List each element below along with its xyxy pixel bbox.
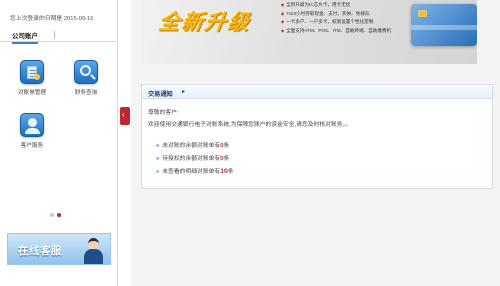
main-content: 全新升级 全新升级为IC芯片卡，用卡无忧 7x24小时存取现金、支付、买换、免排… bbox=[131, 0, 500, 286]
notice-item-text: 待授权的余额对账单有 bbox=[162, 156, 221, 162]
last-login-label: 您上次登录的日期是 bbox=[10, 16, 63, 22]
notice-welcome-text: 欢迎使用交通银行电子对账系统,为保障您账户的资金安全,请您及时核对账务。。 bbox=[148, 122, 352, 128]
tile-reconciliation-label: 对账单管理 bbox=[18, 90, 46, 96]
banner-title: 全新升级 bbox=[157, 11, 253, 34]
tile-customer-service-label: 客户服务 bbox=[20, 143, 44, 149]
notice-item-text: 未对账的余额对账单有 bbox=[162, 143, 221, 149]
online-service-text: 在线客服 bbox=[18, 245, 62, 257]
double-chevron-icon: » bbox=[156, 143, 160, 149]
notice-item-pending-auth[interactable]: » 待授权的余额对账单有0条 bbox=[156, 153, 229, 162]
tile-finance-search-label: 财务查询 bbox=[74, 90, 98, 96]
last-login-date: 2015-09-16 bbox=[63, 16, 94, 22]
bank-card-image bbox=[411, 4, 477, 46]
notice-arrow-icon: ▸ bbox=[182, 89, 186, 95]
notice-item-unit: 条 bbox=[223, 143, 230, 149]
pager-dot-1[interactable] bbox=[50, 213, 54, 217]
notice-item-unreconciled[interactable]: » 未对账的余额对账单有0条 bbox=[156, 140, 229, 149]
notice-item-count: 10 bbox=[220, 168, 228, 175]
notice-item-unviewed-detail[interactable]: » 未查看的明细对账单有10条 bbox=[156, 166, 234, 175]
sidebar: 您上次登录的日期是 2015-09-16 公司账户 对账单管理 财务查询 客户服… bbox=[0, 0, 118, 286]
double-chevron-icon: » bbox=[156, 169, 160, 175]
online-service-banner[interactable]: 在线客服 bbox=[7, 233, 111, 265]
notice-item-unit: 条 bbox=[223, 156, 230, 162]
pager-dot-2[interactable] bbox=[57, 213, 61, 217]
customer-service-icon[interactable] bbox=[20, 113, 44, 137]
service-agent-image bbox=[84, 238, 103, 264]
banner-bullet: 一卡多户、一户多卡，权限设置个性化定制 bbox=[281, 18, 391, 27]
notice-item-unit: 条 bbox=[227, 169, 234, 175]
finance-search-icon[interactable] bbox=[74, 60, 98, 84]
banner-bullet: 7x24小时存取现金、支付、买换、免排队 bbox=[281, 10, 391, 19]
sidebar-collapse-handle[interactable]: ‹ bbox=[120, 107, 130, 125]
banner-bullet: 全新升级为IC芯片卡，用卡无忧 bbox=[281, 1, 391, 10]
tile-reconciliation[interactable]: 对账单管理 bbox=[16, 60, 48, 96]
collapse-left-icon: ‹ bbox=[122, 110, 125, 119]
tab-divider bbox=[54, 31, 55, 39]
tab-company-account[interactable]: 公司账户 bbox=[12, 30, 38, 44]
tile-finance-search[interactable]: 财务查询 bbox=[70, 60, 102, 96]
double-chevron-icon: » bbox=[156, 156, 160, 162]
card-chip-icon bbox=[418, 10, 427, 17]
tile-pager bbox=[46, 212, 72, 218]
notice-item-text: 未查看的明细对账单有 bbox=[162, 169, 221, 175]
tile-customer-service[interactable]: 客户服务 bbox=[16, 113, 48, 149]
notice-greeting: 尊敬的客户: bbox=[148, 110, 179, 116]
transaction-notice-panel: 交易通知 ▸ 尊敬的客户: 欢迎使用交通银行电子对账系统,为保障您账户的资金安全… bbox=[141, 84, 493, 189]
banner-bullet: 全面支持ATM、POS、ITM、自助终端、自助缴费机 bbox=[281, 27, 391, 36]
banner-bullet-list: 全新升级为IC芯片卡，用卡无忧 7x24小时存取现金、支付、买换、免排队 一卡多… bbox=[281, 1, 391, 35]
notice-title: 交易通知 bbox=[148, 91, 173, 98]
last-login-info: 您上次登录的日期是 2015-09-16 bbox=[10, 13, 93, 22]
notice-header: 交易通知 ▸ bbox=[142, 85, 492, 99]
promo-banner[interactable]: 全新升级 全新升级为IC芯片卡，用卡无忧 7x24小时存取现金、支付、买换、免排… bbox=[141, 0, 477, 64]
sidebar-tabs: 公司账户 bbox=[0, 28, 118, 44]
reconciliation-doc-icon[interactable] bbox=[20, 60, 44, 84]
